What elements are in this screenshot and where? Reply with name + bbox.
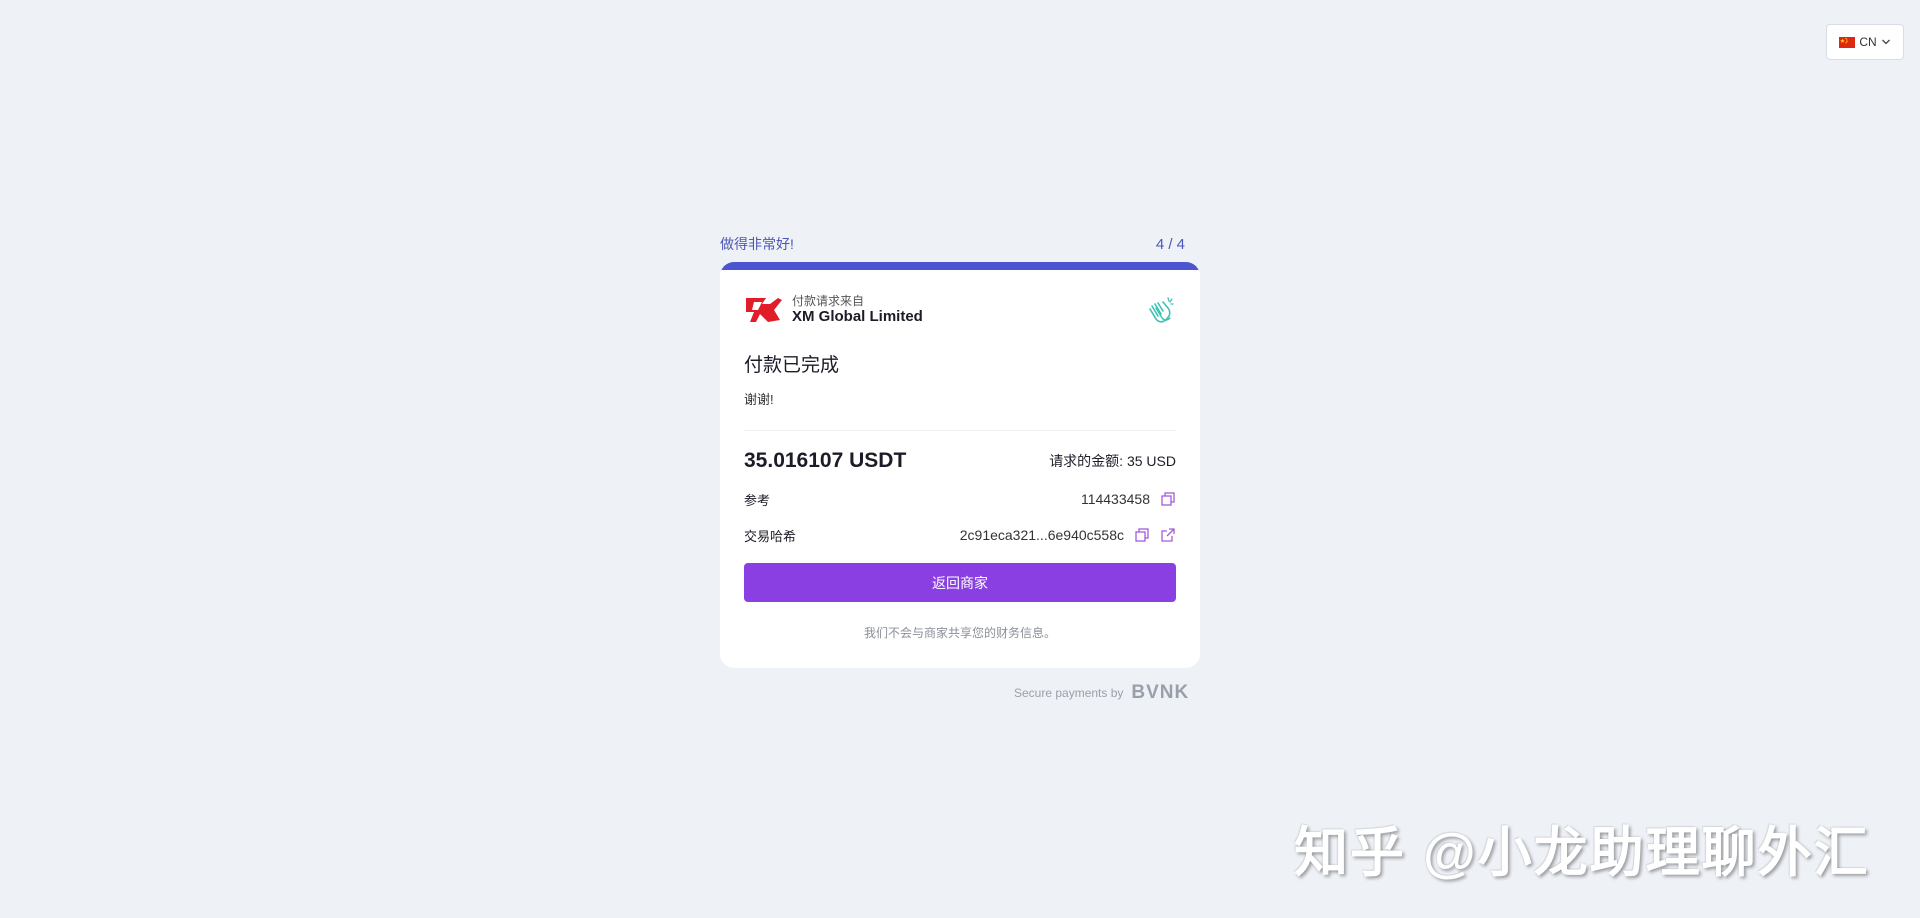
requested-label: 请求的金额: bbox=[1049, 453, 1124, 469]
progress-bar bbox=[720, 262, 1200, 270]
paid-amount: 35.016107 USDT bbox=[744, 449, 907, 472]
chevron-down-icon bbox=[1881, 39, 1890, 45]
secure-text: Secure payments by bbox=[1014, 686, 1124, 700]
step-count: 4 / 4 bbox=[1155, 235, 1185, 253]
external-link-icon[interactable] bbox=[1160, 527, 1176, 543]
clapping-hands-icon bbox=[1149, 297, 1174, 323]
requested-amount: 请求的金额: 35 USD bbox=[1049, 451, 1176, 471]
transaction-label: 交易哈希 bbox=[744, 528, 797, 544]
amount-row: 35.016107 USDT 请求的金额: 35 USD bbox=[744, 449, 1176, 473]
copy-icon[interactable] bbox=[1160, 491, 1176, 507]
return-to-merchant-button[interactable]: 返回商家 bbox=[744, 563, 1176, 602]
copy-icon[interactable] bbox=[1134, 527, 1150, 543]
reference-value: 114433458 bbox=[1080, 491, 1150, 507]
divider bbox=[744, 430, 1176, 431]
transaction-row: 交易哈希 2c91eca321...6e940c558c bbox=[744, 525, 1176, 545]
language-selector[interactable]: CN bbox=[1826, 24, 1904, 60]
status-title: 付款已完成 bbox=[744, 355, 840, 376]
watermark: 知乎 @小龙助理聊外汇 bbox=[1294, 823, 1870, 883]
progress-fill bbox=[720, 262, 1200, 270]
step-header: 做得非常好! 4 / 4 bbox=[720, 234, 1185, 254]
status-subtitle: 谢谢! bbox=[744, 392, 774, 407]
requested-value: 35 USD bbox=[1126, 453, 1176, 469]
merchant-label: 付款请求来自 bbox=[792, 294, 865, 308]
secure-payments-footer: Secure payments by BVNK bbox=[1014, 682, 1189, 704]
merchant-name: XM Global Limited bbox=[792, 308, 923, 325]
step-message: 做得非常好! bbox=[720, 236, 794, 252]
bvnk-logo[interactable]: BVNK bbox=[1131, 682, 1189, 704]
language-code: CN bbox=[1859, 35, 1877, 49]
merchant-header: 付款请求来自 XM Global Limited bbox=[744, 292, 1176, 328]
xm-logo-icon bbox=[746, 298, 782, 322]
transaction-hash: 2c91eca321...6e940c558c bbox=[959, 527, 1124, 543]
reference-row: 参考 114433458 bbox=[744, 489, 1176, 509]
privacy-note: 我们不会与商家共享您的财务信息。 bbox=[863, 626, 1056, 640]
china-flag-icon bbox=[1839, 36, 1856, 48]
reference-label: 参考 bbox=[744, 492, 771, 508]
payment-card: 付款请求来自 XM Global Limited 付款已完成 谢谢! 35.01… bbox=[720, 262, 1200, 668]
